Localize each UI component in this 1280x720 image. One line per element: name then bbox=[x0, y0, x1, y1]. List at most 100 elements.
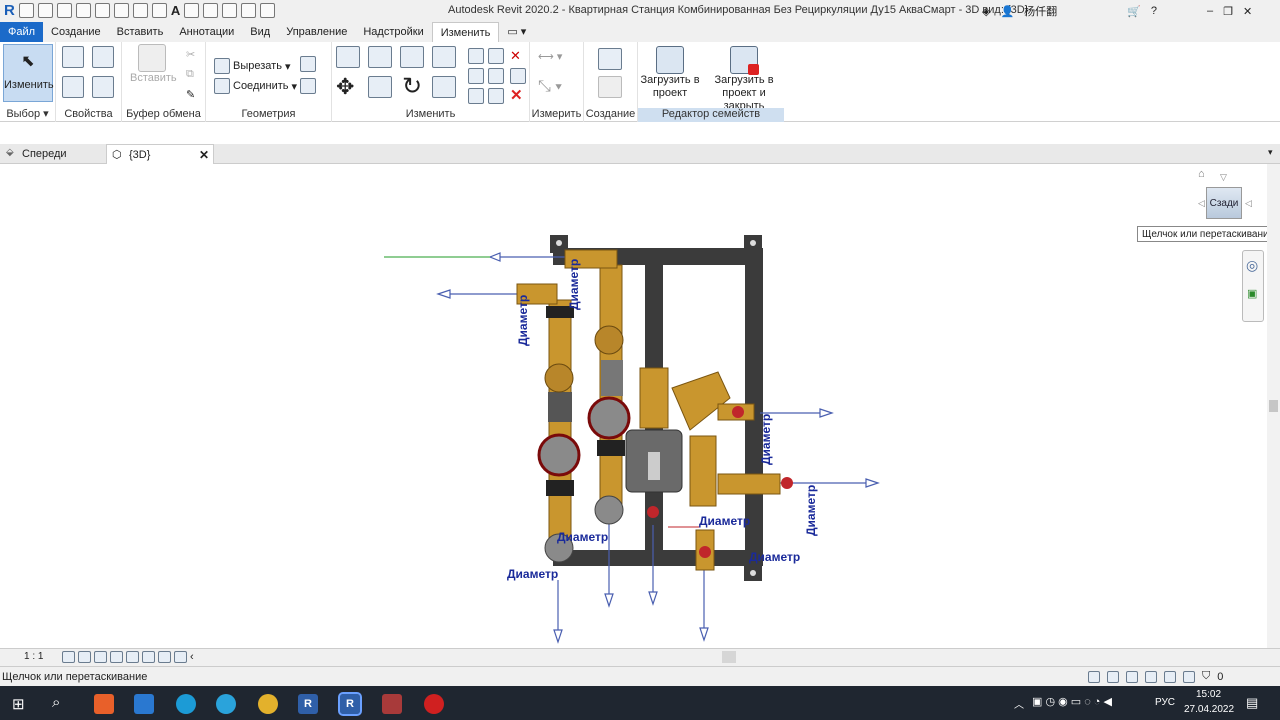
model-line-icon[interactable] bbox=[598, 76, 622, 98]
measure-icon[interactable] bbox=[132, 3, 148, 18]
mirror-draw-icon[interactable] bbox=[432, 46, 456, 68]
rotate-icon[interactable]: ↻ bbox=[402, 72, 422, 101]
crop-view-icon[interactable] bbox=[142, 651, 155, 663]
language-indicator[interactable]: РУС bbox=[1155, 697, 1175, 708]
clock-date[interactable]: 27.04.2022 bbox=[1184, 704, 1234, 715]
filter-icon[interactable]: ⛉ bbox=[1202, 670, 1210, 683]
split-gap-icon[interactable] bbox=[488, 48, 504, 64]
type-properties-icon[interactable] bbox=[92, 46, 114, 68]
dimension-label-6[interactable]: Диаметр bbox=[699, 514, 750, 528]
dimension-label-8[interactable]: Диаметр bbox=[507, 567, 558, 581]
windows-start-icon[interactable]: ⊞ bbox=[12, 695, 25, 713]
section-icon[interactable] bbox=[203, 3, 219, 18]
unpin-icon[interactable]: ✕ bbox=[510, 48, 521, 64]
home-icon[interactable]: ⌂ bbox=[1198, 168, 1205, 180]
load-into-project-button[interactable]: Загрузить в проект bbox=[640, 46, 700, 100]
scale-icon[interactable] bbox=[488, 68, 504, 84]
dimension-label-7[interactable]: Диаметр bbox=[749, 550, 800, 564]
clock-time[interactable]: 15:02 bbox=[1196, 689, 1221, 700]
revit-icon-1[interactable]: R bbox=[298, 694, 318, 714]
modify-button[interactable]: ⬉ Изменить bbox=[3, 44, 54, 102]
thin-lines-icon[interactable] bbox=[222, 3, 238, 18]
restore-button[interactable]: ❐ bbox=[1223, 5, 1233, 18]
array-icon[interactable] bbox=[468, 68, 484, 84]
revit-logo-icon[interactable]: R bbox=[4, 3, 15, 18]
drag-elements-icon[interactable] bbox=[1164, 670, 1176, 683]
render-icon[interactable] bbox=[126, 651, 139, 663]
aligned-dimension-icon[interactable]: ⤡ ▾ bbox=[538, 78, 562, 96]
undo-icon[interactable] bbox=[75, 3, 91, 18]
trim-extend-icon[interactable] bbox=[432, 76, 456, 98]
zoom-icon[interactable]: ▣ bbox=[1247, 287, 1257, 300]
tab-file[interactable]: Файл bbox=[0, 22, 44, 42]
open-icon[interactable] bbox=[18, 3, 34, 18]
dimension-label-4[interactable]: Диаметр bbox=[804, 485, 818, 536]
tray-expand-icon[interactable]: ︿ bbox=[1014, 696, 1024, 711]
pin-icon[interactable] bbox=[510, 68, 526, 84]
dimension-label-5[interactable]: Диаметр bbox=[557, 530, 608, 544]
close-hidden-icon[interactable] bbox=[241, 3, 257, 18]
sun-path-icon[interactable] bbox=[94, 651, 107, 663]
split-element-icon[interactable] bbox=[468, 48, 484, 64]
load-into-project-close-button[interactable]: Загрузить в проект и закрыть bbox=[704, 46, 784, 113]
app-icon-1[interactable] bbox=[94, 694, 114, 714]
taskbar-search-icon[interactable]: ⌕ bbox=[52, 694, 60, 711]
copy-icon[interactable]: ⧉ bbox=[186, 68, 194, 81]
move-icon[interactable]: ✥ bbox=[336, 74, 354, 100]
select-dropdown[interactable]: Выбор ▾ bbox=[0, 107, 55, 120]
properties-icon[interactable] bbox=[62, 76, 84, 98]
match-properties-icon[interactable]: ✎ bbox=[186, 88, 195, 101]
viewcube-left-arrow-icon[interactable]: ◁ bbox=[1198, 198, 1205, 209]
cut-geometry-button[interactable]: Вырезать ▾ bbox=[214, 58, 290, 74]
horizontal-scroll-thumb[interactable] bbox=[722, 651, 736, 663]
tab-modify[interactable]: Изменить bbox=[431, 22, 500, 42]
tab-menu-icon[interactable]: ▾ bbox=[1268, 147, 1273, 158]
cut-icon[interactable]: ✂ bbox=[186, 48, 195, 61]
steering-wheel-icon[interactable]: ◎ bbox=[1246, 257, 1258, 274]
dimension-label-2[interactable]: Диаметр bbox=[516, 295, 530, 346]
paste-button[interactable]: Вставить bbox=[130, 44, 177, 100]
create-family-icon[interactable] bbox=[598, 48, 622, 70]
view-scale[interactable]: 1 : 1 bbox=[24, 651, 43, 662]
print-icon[interactable] bbox=[113, 3, 129, 18]
select-links-icon[interactable] bbox=[1088, 670, 1100, 683]
measure-distance-icon[interactable]: ⟷ ▾ bbox=[538, 50, 562, 63]
tab-addins[interactable]: Надстройки bbox=[355, 22, 431, 42]
scrollbar-thumb[interactable] bbox=[1269, 400, 1278, 412]
chrome-icon[interactable] bbox=[258, 694, 278, 714]
mail-icon[interactable] bbox=[134, 694, 154, 714]
detail-level-icon[interactable] bbox=[62, 651, 75, 663]
select-by-face-icon[interactable] bbox=[1145, 670, 1157, 683]
drawing-canvas[interactable]: Диаметр Диаметр Диаметр Диаметр Диаметр … bbox=[0, 164, 1267, 648]
3d-view-icon[interactable] bbox=[184, 3, 200, 18]
family-types-icon[interactable] bbox=[62, 46, 84, 68]
notifications-icon[interactable]: ▤ bbox=[1246, 695, 1258, 711]
tab-view[interactable]: Вид bbox=[242, 22, 278, 42]
align-icon[interactable] bbox=[336, 46, 360, 68]
viewcube-face[interactable]: Сзади bbox=[1206, 187, 1242, 219]
viewcube-right-arrow-icon[interactable]: ◁ bbox=[1245, 198, 1252, 209]
dimension-label-1[interactable]: Диаметр bbox=[567, 259, 581, 310]
search-icon[interactable]: ◈ bbox=[982, 5, 990, 18]
copy-element-icon[interactable] bbox=[368, 76, 392, 98]
tab-insert[interactable]: Вставить bbox=[109, 22, 172, 42]
save-icon[interactable] bbox=[37, 3, 53, 18]
close-tab-icon[interactable]: ✕ bbox=[199, 145, 209, 165]
recorder-icon[interactable] bbox=[424, 694, 444, 714]
sync-icon[interactable] bbox=[56, 3, 72, 18]
user-icon[interactable]: 👤 bbox=[1000, 5, 1014, 18]
dimension-label-3[interactable]: Диаметр bbox=[759, 414, 773, 465]
tab-annotate[interactable]: Аннотации bbox=[171, 22, 242, 42]
trim-multiple-icon[interactable] bbox=[468, 88, 484, 104]
telegram-icon[interactable] bbox=[216, 694, 236, 714]
vertical-scrollbar[interactable] bbox=[1267, 164, 1280, 648]
select-underlay-icon[interactable] bbox=[1107, 670, 1119, 683]
scroll-left-icon[interactable]: ‹ bbox=[190, 651, 194, 663]
background-process-icon[interactable] bbox=[1183, 670, 1195, 683]
winrar-icon[interactable] bbox=[382, 694, 402, 714]
family-category-icon[interactable] bbox=[92, 76, 114, 98]
view-tab-3d[interactable]: ⬡ {3D} ✕ bbox=[106, 144, 214, 164]
void-icon[interactable] bbox=[300, 56, 316, 72]
edge-icon[interactable] bbox=[176, 694, 196, 714]
offset-icon[interactable] bbox=[368, 46, 392, 68]
